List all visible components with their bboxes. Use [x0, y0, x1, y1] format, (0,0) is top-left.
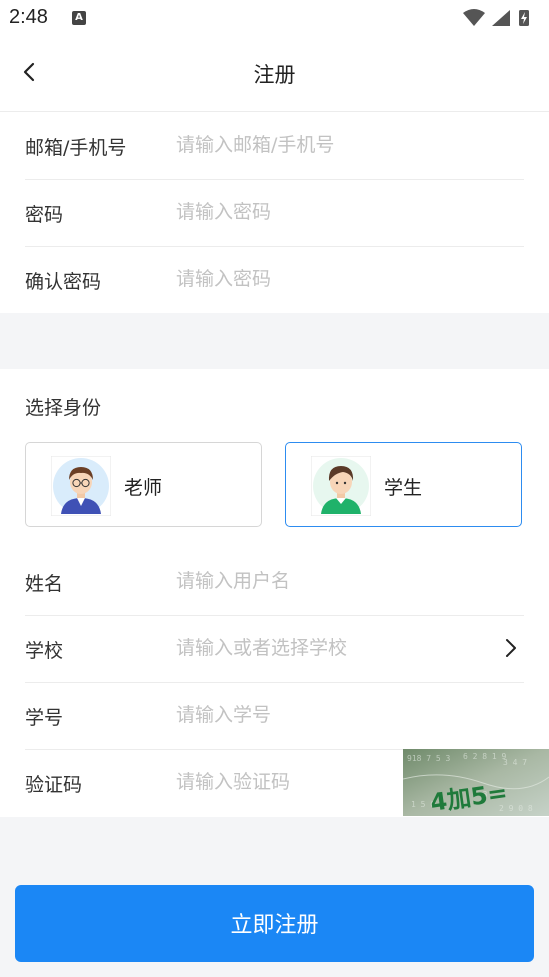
page-title: 注册 [253, 63, 296, 87]
student-id-label: 学号 [25, 707, 64, 729]
identity-option-teacher[interactable]: 老师 [25, 442, 262, 527]
account-section: 邮箱/手机号 密码 确认密码 [0, 112, 549, 313]
identity-title: 选择身份 [25, 397, 102, 419]
captcha-label: 验证码 [25, 774, 83, 796]
teacher-avatar-icon [51, 456, 111, 516]
school-field[interactable] [176, 631, 486, 665]
chevron-right-icon[interactable] [500, 637, 522, 659]
name-field[interactable] [176, 564, 486, 598]
svg-text:3 4 7: 3 4 7 [503, 758, 527, 767]
password-field[interactable] [176, 195, 486, 229]
password-label: 密码 [25, 204, 64, 226]
school-row[interactable]: 学校 [25, 615, 524, 683]
password-row: 密码 [25, 179, 524, 247]
school-label: 学校 [25, 640, 64, 662]
confirm-password-field[interactable] [176, 262, 486, 296]
svg-text:918 7 5 3: 918 7 5 3 [407, 754, 451, 763]
identity-option-student[interactable]: 学生 [285, 442, 522, 527]
student-id-field[interactable] [176, 698, 486, 732]
status-bar: 2:48 A [0, 0, 549, 36]
name-label: 姓名 [25, 573, 64, 595]
name-row: 姓名 [25, 548, 524, 616]
email-field[interactable] [176, 128, 486, 162]
svg-text:6 2 8 1 9: 6 2 8 1 9 [463, 752, 507, 761]
student-id-row: 学号 [25, 682, 524, 750]
status-icons [463, 9, 529, 26]
signal-icon [492, 10, 510, 26]
identity-label-student: 学生 [384, 477, 423, 499]
confirm-password-label: 确认密码 [25, 271, 102, 293]
captcha-image[interactable]: 918 7 5 3 6 2 8 1 9 3 4 7 1 5 6 2 9 0 8 … [403, 749, 549, 816]
register-button[interactable]: 立即注册 [15, 885, 534, 962]
captcha-row: 验证码 918 7 5 3 6 2 8 1 9 3 4 7 1 5 6 2 9 … [25, 749, 549, 816]
captcha-field[interactable] [176, 765, 396, 799]
email-label: 邮箱/手机号 [25, 137, 127, 159]
email-row: 邮箱/手机号 [25, 112, 524, 180]
notification-icon: A [72, 11, 86, 25]
nav-header: 注册 [0, 36, 549, 112]
student-avatar-icon [311, 456, 371, 516]
confirm-password-row: 确认密码 [25, 246, 524, 313]
identity-label-teacher: 老师 [124, 477, 163, 499]
identity-section: 选择身份 老师 学生 姓名 请输入用户名 学校 请输入或者选择学校 学号 请输入… [0, 369, 549, 817]
wifi-icon [463, 9, 485, 26]
status-time: 2:48 [9, 6, 48, 28]
